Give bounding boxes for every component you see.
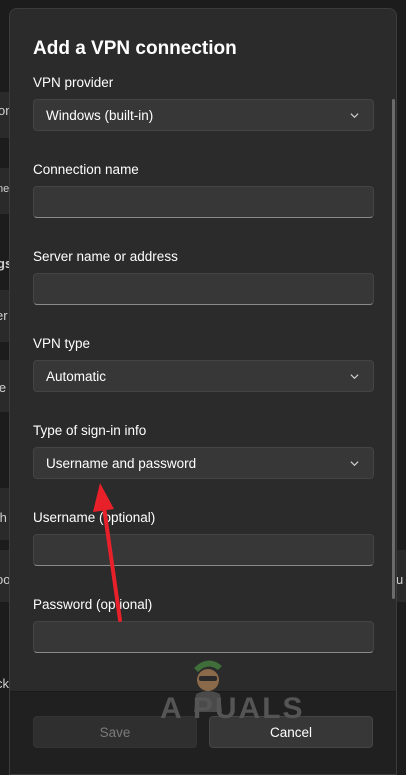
dialog-title: Add a VPN connection	[33, 38, 237, 59]
password-label: Password (optional)	[33, 597, 153, 612]
appuals-watermark: A PUALS	[160, 652, 320, 730]
vpn-type-dropdown[interactable]: Automatic	[33, 360, 374, 392]
watermark-text: A PUALS	[160, 692, 305, 725]
server-name-label: Server name or address	[33, 249, 178, 264]
connection-name-label: Connection name	[33, 162, 139, 177]
sign-in-type-label: Type of sign-in info	[33, 423, 147, 438]
vpn-type-value: Automatic	[46, 369, 107, 384]
username-label: Username (optional)	[33, 510, 156, 525]
server-name-input[interactable]	[33, 273, 374, 305]
chevron-down-icon	[350, 374, 359, 380]
password-input[interactable]	[33, 621, 374, 653]
vpn-provider-value: Windows (built-in)	[46, 108, 154, 123]
sign-in-type-dropdown[interactable]: Username and password	[33, 447, 374, 479]
scrollbar[interactable]	[392, 99, 395, 599]
background-text: u	[396, 572, 404, 587]
sign-in-type-value: Username and password	[46, 456, 197, 471]
chevron-down-icon	[350, 113, 359, 119]
vpn-provider-label: VPN provider	[33, 75, 114, 90]
username-input[interactable]	[33, 534, 374, 566]
connection-name-input[interactable]	[33, 186, 374, 218]
vpn-provider-dropdown[interactable]: Windows (built-in)	[33, 99, 374, 131]
chevron-down-icon	[350, 461, 359, 467]
vpn-type-label: VPN type	[33, 336, 91, 351]
